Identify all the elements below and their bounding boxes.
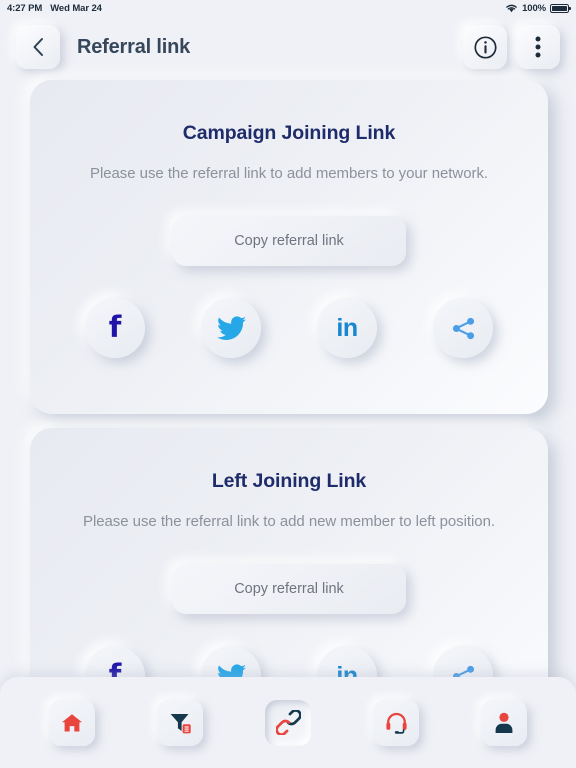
status-bar-left: 4:27 PM Wed Mar 24 bbox=[7, 3, 102, 14]
headset-icon bbox=[385, 712, 407, 734]
nav-referral-link-button[interactable] bbox=[265, 699, 311, 746]
card-subtitle: Please use the referral link to add memb… bbox=[89, 165, 489, 182]
nav-home-button[interactable] bbox=[49, 699, 95, 746]
generic-share-button[interactable] bbox=[433, 298, 493, 358]
wifi-icon bbox=[506, 4, 517, 13]
page-title: Referral link bbox=[77, 35, 191, 58]
twitter-icon bbox=[216, 315, 246, 340]
nav-support-button[interactable] bbox=[373, 699, 419, 746]
card-subtitle: Please use the referral link to add new … bbox=[82, 513, 496, 530]
share-icon bbox=[452, 317, 474, 339]
copy-referral-link-button[interactable]: Copy referral link bbox=[172, 216, 406, 266]
user-icon bbox=[495, 712, 513, 733]
campaign-joining-link-card: Campaign Joining Link Please use the ref… bbox=[30, 80, 548, 414]
back-button[interactable] bbox=[16, 25, 60, 69]
nav-profile-button[interactable] bbox=[481, 699, 527, 746]
battery-percent: 100% bbox=[522, 2, 546, 14]
home-icon bbox=[62, 713, 82, 731]
info-button[interactable] bbox=[463, 25, 507, 69]
status-bar: 4:27 PM Wed Mar 24 100% bbox=[0, 0, 576, 16]
battery-icon bbox=[550, 3, 571, 13]
linkedin-icon: in bbox=[336, 313, 358, 342]
social-share-row: f in bbox=[30, 298, 548, 358]
linkedin-share-button[interactable]: in bbox=[317, 298, 377, 358]
status-time: 4:27 PM bbox=[7, 2, 43, 14]
facebook-icon: f bbox=[108, 309, 122, 344]
app-root: 4:27 PM Wed Mar 24 100% Referral link Ca… bbox=[0, 0, 576, 768]
status-date: Wed Mar 24 bbox=[50, 2, 102, 14]
funnel-report-icon bbox=[170, 714, 191, 734]
nav-funnel-button[interactable] bbox=[157, 699, 203, 746]
info-circle-icon bbox=[473, 35, 497, 59]
facebook-share-button[interactable]: f bbox=[85, 298, 145, 358]
status-bar-right: 100% bbox=[505, 2, 571, 14]
card-title: Left Joining Link bbox=[211, 470, 367, 492]
twitter-share-button[interactable] bbox=[201, 298, 261, 358]
link-chain-icon bbox=[275, 710, 301, 735]
bottom-navigation bbox=[0, 677, 576, 768]
chevron-left-icon bbox=[33, 38, 43, 56]
overflow-menu-button[interactable] bbox=[516, 25, 560, 69]
header-actions bbox=[463, 25, 560, 69]
more-vertical-icon bbox=[535, 36, 541, 58]
copy-referral-link-button[interactable]: Copy referral link bbox=[172, 564, 406, 614]
card-title: Campaign Joining Link bbox=[182, 122, 396, 144]
page-header: Referral link bbox=[0, 16, 576, 78]
